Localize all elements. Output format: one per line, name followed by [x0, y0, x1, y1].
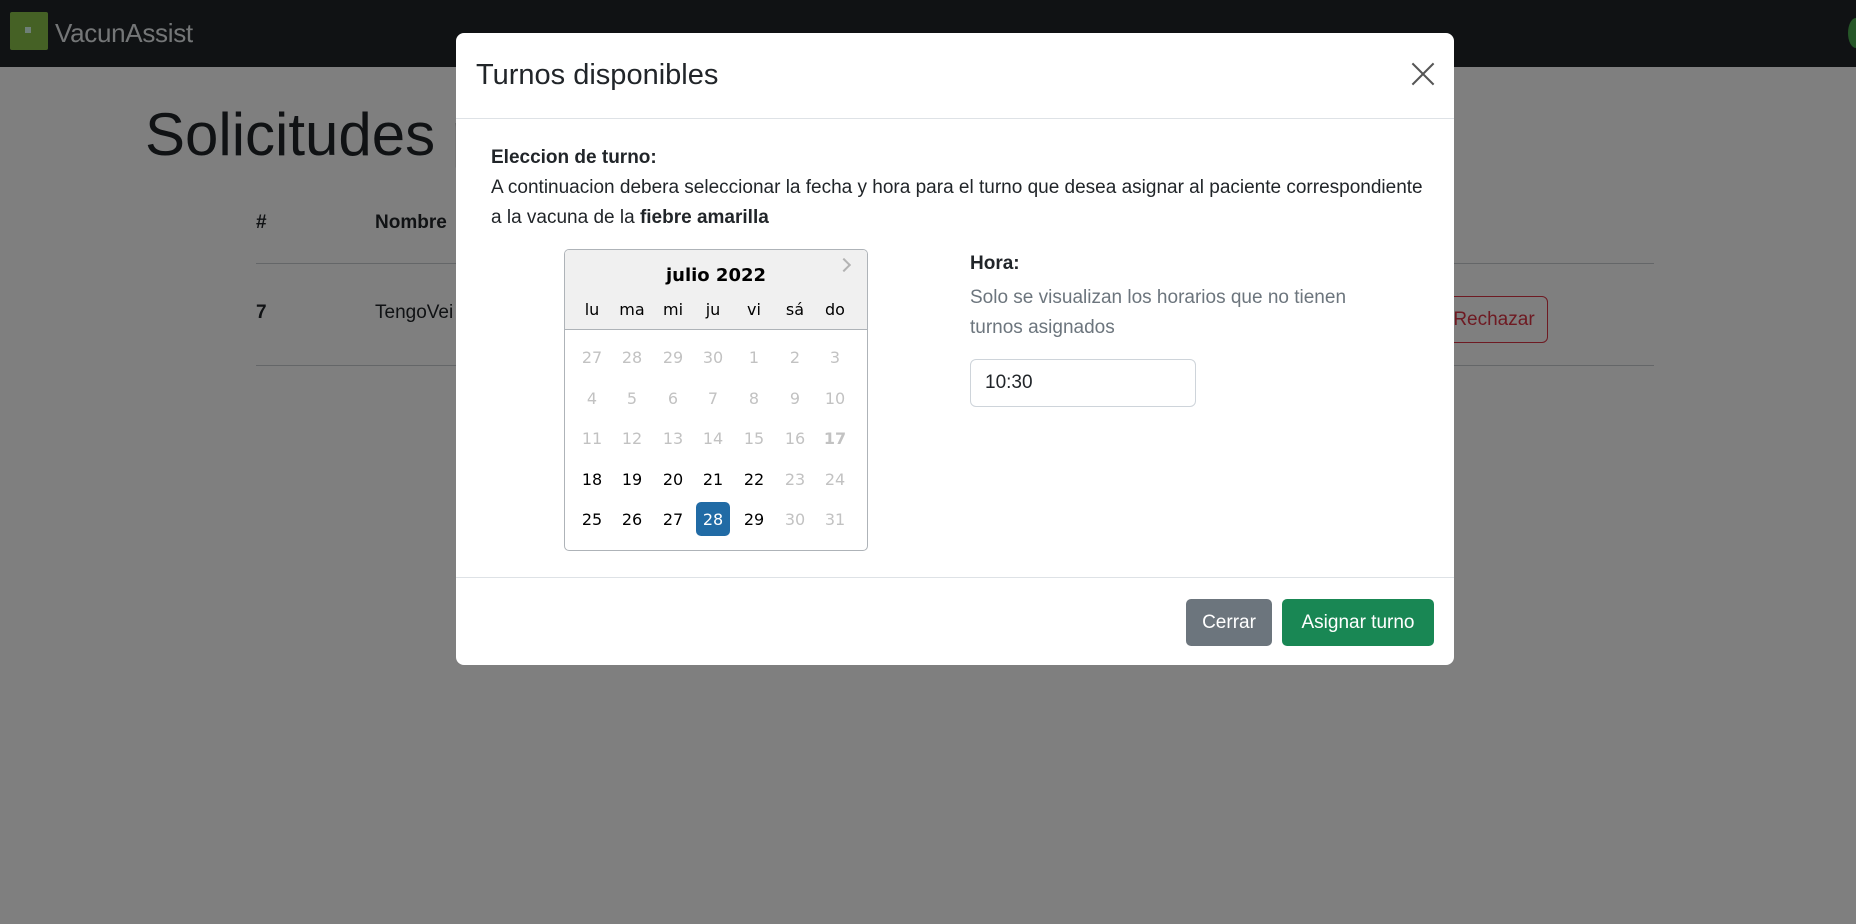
calendar-day: 5	[626, 388, 638, 408]
calendar-day: 4	[586, 388, 598, 408]
date-picker-month: julio 2022	[665, 265, 767, 286]
calendar-day[interactable]: 21	[696, 462, 730, 496]
calendar-day: 16	[784, 428, 806, 448]
calendar-day: 11	[581, 428, 603, 448]
calendar-day: 15	[743, 428, 765, 448]
weekday-label: do	[825, 300, 845, 319]
calendar-day: 27	[581, 347, 603, 367]
calendar-day[interactable]: 29	[737, 502, 771, 536]
hora-input[interactable]	[970, 359, 1196, 407]
modal-body: Eleccion de turno: A continuacion debera…	[491, 143, 1431, 233]
calendar-day[interactable]: 27	[656, 502, 690, 536]
calendar-day: 7	[707, 388, 719, 408]
calendar-day: 12	[621, 428, 643, 448]
calendar-day: 29	[662, 347, 684, 367]
turnos-modal: Turnos disponibles Eleccion de turno: A …	[456, 33, 1454, 665]
calendar-day[interactable]: 26	[615, 502, 649, 536]
date-picker-header: julio 2022 lu ma mi ju vi sá do	[565, 250, 867, 330]
weekday-label: lu	[584, 300, 600, 319]
weekday-label: mi	[662, 300, 684, 319]
calendar-day: 3	[829, 347, 841, 367]
calendar-day: 31	[824, 509, 846, 529]
assign-turn-button[interactable]: Asignar turno	[1282, 599, 1434, 646]
calendar-day: 30	[784, 509, 806, 529]
weekday-label: ju	[705, 300, 721, 319]
calendar-day: 30	[702, 347, 724, 367]
calendar-day: 28	[621, 347, 643, 367]
calendar-day[interactable]: 20	[656, 462, 690, 496]
hora-label: Hora:	[970, 253, 1020, 274]
calendar-day[interactable]: 18	[575, 462, 609, 496]
hora-help-text: Solo se visualizan los horarios que no t…	[970, 287, 1347, 338]
modal-footer: Cerrar Asignar turno	[456, 577, 1454, 665]
vaccine-name: fiebre amarilla	[639, 207, 769, 228]
calendar-day[interactable]: 28	[696, 502, 730, 536]
calendar-day: 8	[748, 388, 760, 408]
calendar-day: 24	[824, 469, 846, 489]
date-picker: julio 2022 lu ma mi ju vi sá do 27 28 29 30 1 2 3 4 5 6…	[564, 249, 868, 551]
calendar-day: 10	[824, 388, 846, 408]
calendar-day: 23	[784, 469, 806, 489]
calendar-day: 2	[789, 347, 801, 367]
close-button[interactable]: Cerrar	[1186, 599, 1272, 646]
weekday-label: vi	[747, 300, 761, 319]
calendar-day[interactable]: 19	[615, 462, 649, 496]
section-title: Eleccion de turno:	[491, 147, 657, 168]
calendar-day: 13	[662, 428, 684, 448]
calendar-day: 17	[823, 428, 847, 448]
calendar-day: 1	[748, 347, 760, 367]
calendar-day: 6	[667, 388, 679, 408]
calendar-day[interactable]: 25	[575, 502, 609, 536]
modal-title: Turnos disponibles	[476, 59, 719, 91]
calendar-day[interactable]: 22	[737, 462, 771, 496]
calendar-day: 9	[789, 388, 801, 408]
weekday-label: ma	[619, 300, 645, 319]
modal-header: Turnos disponibles	[456, 33, 1454, 119]
close-icon[interactable]	[1408, 59, 1438, 89]
intro-text-plain: A continuacion debera seleccionar la fec…	[491, 177, 1423, 228]
intro-text: A continuacion debera seleccionar la fec…	[491, 173, 1431, 233]
calendar-day: 14	[702, 428, 724, 448]
weekday-label: sá	[785, 300, 805, 319]
